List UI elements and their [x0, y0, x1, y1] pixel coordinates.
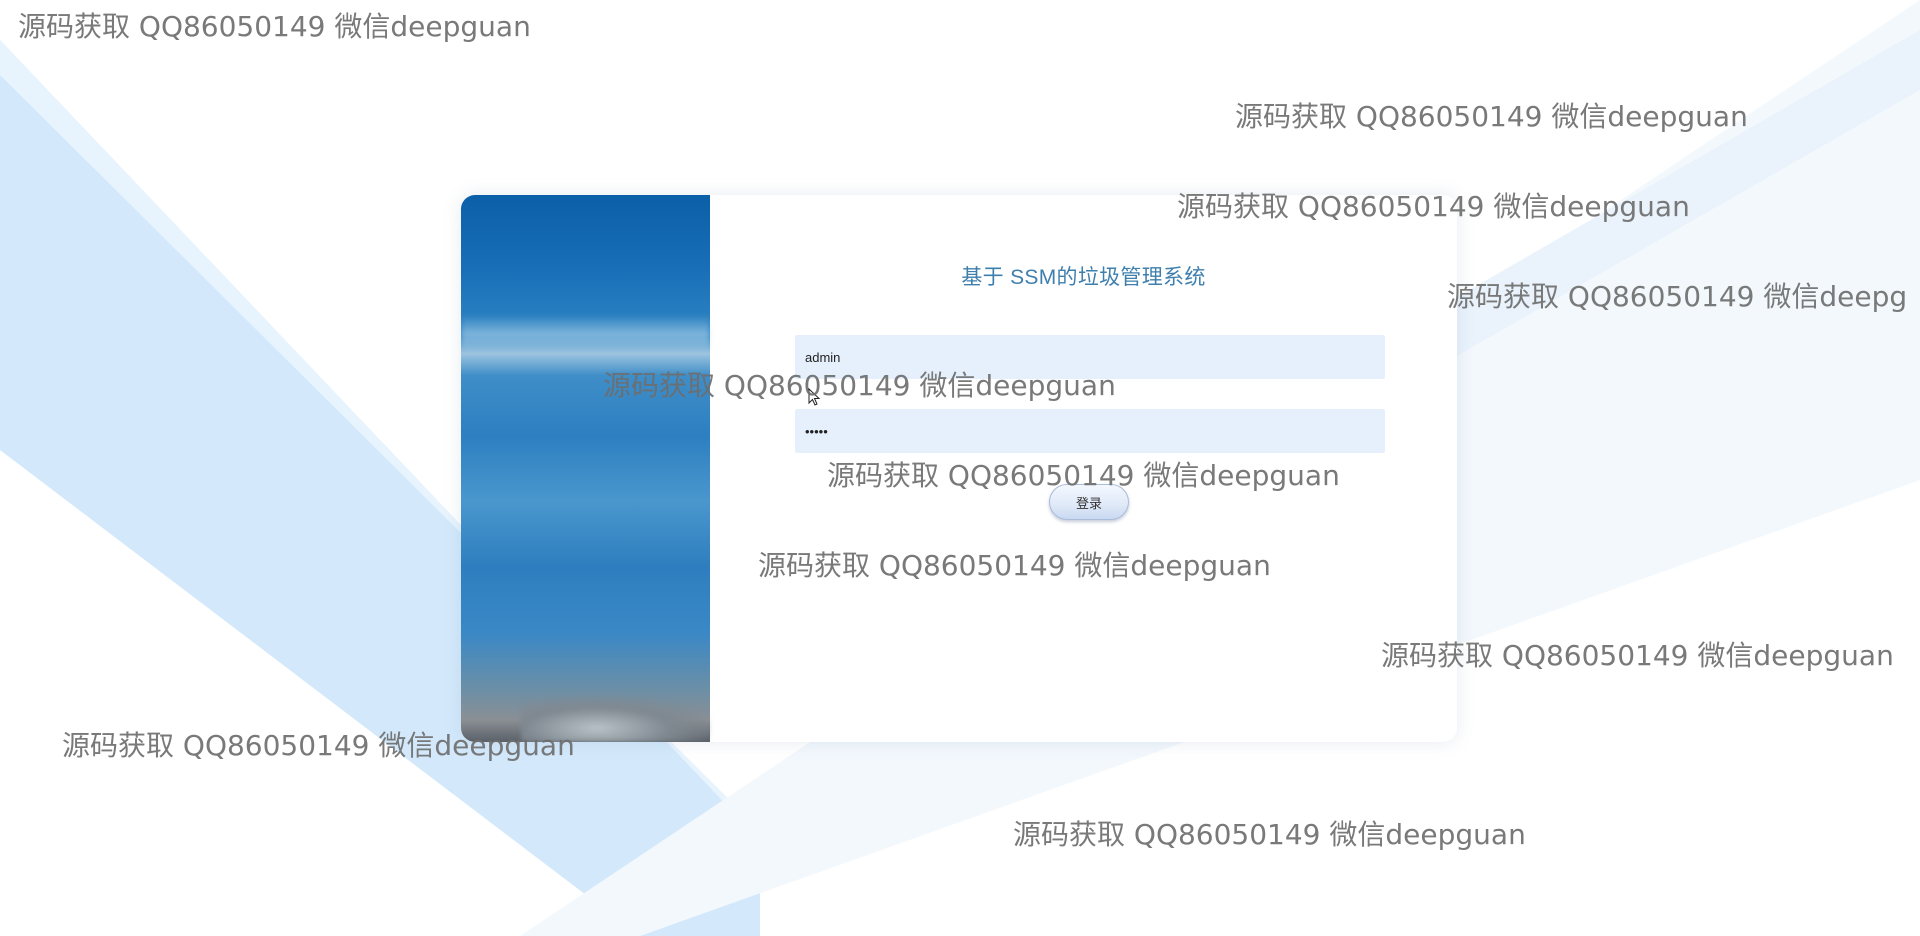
watermark: 源码获取 QQ86050149 微信deepguan — [18, 10, 531, 43]
watermark: 源码获取 QQ86050149 微信deepguan — [1381, 639, 1894, 672]
watermark: 源码获取 QQ86050149 微信deepguan — [758, 549, 1271, 582]
watermark: 源码获取 QQ86050149 微信deepguan — [62, 729, 575, 762]
image-haze — [461, 315, 710, 355]
watermark: 源码获取 QQ86050149 微信deepguan — [1235, 100, 1748, 133]
password-input[interactable] — [795, 409, 1385, 453]
watermark: 源码获取 QQ86050149 微信deepguan — [827, 459, 1340, 492]
watermark: 源码获取 QQ86050149 微信deepguan — [1013, 818, 1526, 851]
login-page: 基于 SSM的垃圾管理系统 登录 源码获取 QQ86050149 微信deepg… — [0, 0, 1920, 936]
watermark: 源码获取 QQ86050149 微信deepguan — [603, 369, 1116, 402]
watermark: 源码获取 QQ86050149 微信deepg — [1447, 280, 1908, 313]
sea-image — [461, 195, 711, 742]
system-title: 基于 SSM的垃圾管理系统 — [961, 266, 1206, 289]
watermark: 源码获取 QQ86050149 微信deepguan — [1177, 190, 1690, 223]
